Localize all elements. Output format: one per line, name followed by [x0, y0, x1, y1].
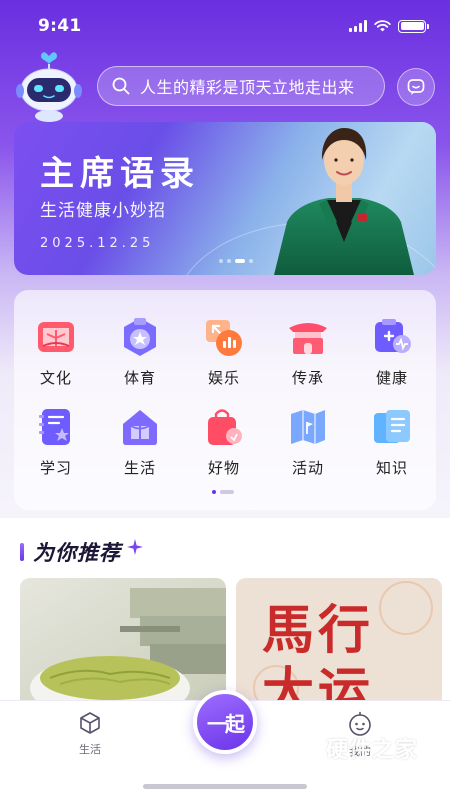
together-center-button[interactable]: 一起	[193, 690, 257, 754]
category-item-culture[interactable]: 文化	[14, 316, 98, 388]
knowledge-icon	[374, 410, 410, 443]
category-item-health[interactable]: 健康	[350, 316, 434, 388]
watermark: 硬件之家 YING JIAN ZHI JIA.COM	[280, 728, 436, 778]
category-grid: 文化 体育 娱乐 传承 健康 学习 生活 好物 活动 知识	[14, 290, 436, 510]
category-label: 健康	[375, 369, 408, 387]
category-item-life[interactable]: 生活	[98, 406, 182, 478]
category-item-entertainment[interactable]: 娱乐	[182, 316, 266, 388]
category-item-heritage[interactable]: 传承	[266, 316, 350, 388]
poster-text: 馬行大运	[262, 600, 375, 708]
home-indicator[interactable]	[143, 784, 307, 789]
entertainment-icon	[206, 320, 242, 356]
section-title: 为你推荐	[33, 541, 121, 565]
life-icon	[123, 410, 157, 445]
category-pagination	[212, 490, 234, 494]
heritage-icon	[289, 323, 327, 354]
banner-dot[interactable]	[227, 259, 231, 263]
category-label: 体育	[123, 369, 156, 387]
wifi-icon	[374, 20, 391, 32]
health-icon	[375, 319, 411, 353]
category-label: 活动	[291, 459, 324, 477]
banner-dot[interactable]	[219, 259, 223, 263]
category-item-study[interactable]: 学习	[14, 406, 98, 478]
recommend-card-tea[interactable]	[20, 578, 226, 708]
cube-icon	[80, 712, 100, 734]
category-label: 好物	[207, 459, 240, 477]
category-item-knowledge[interactable]: 知识	[350, 406, 434, 478]
section-accent-bar	[20, 543, 24, 561]
category-label: 学习	[39, 459, 72, 477]
sparkle-icon	[127, 539, 143, 555]
tab-label: 生活	[79, 743, 101, 756]
banner-person-image	[274, 128, 414, 275]
banner-date: 2025.12.25	[40, 236, 155, 251]
search-bar[interactable]: 人生的精彩是顶天立地走出来	[97, 66, 385, 106]
culture-icon	[38, 322, 74, 352]
category-item-goods[interactable]: 好物	[182, 406, 266, 478]
tea-image	[20, 578, 226, 708]
status-time: 9:41	[38, 16, 82, 36]
search-placeholder: 人生的精彩是顶天立地走出来	[140, 78, 355, 97]
banner-dot[interactable]	[249, 259, 253, 263]
chat-icon	[407, 79, 425, 95]
tab-life[interactable]: 生活	[45, 711, 135, 757]
banner-dot[interactable]	[235, 259, 245, 263]
category-label: 传承	[291, 369, 324, 387]
category-item-activity[interactable]: 活动	[266, 406, 350, 478]
section-header: 为你推荐	[20, 537, 143, 567]
banner-pagination	[219, 259, 253, 263]
study-icon	[39, 409, 70, 445]
robot-mascot-icon[interactable]	[14, 50, 84, 122]
category-label: 生活	[123, 459, 156, 477]
message-button[interactable]	[397, 68, 435, 106]
watermark-logo-icon	[281, 730, 319, 774]
activity-icon	[291, 410, 325, 444]
banner-subtitle: 生活健康小妙招	[40, 201, 166, 221]
recommend-card-new-year[interactable]: 馬行大运	[236, 578, 442, 708]
search-icon	[112, 77, 130, 95]
category-label: 娱乐	[207, 369, 240, 387]
status-bar: 9:41	[0, 0, 450, 52]
goods-icon	[208, 409, 242, 445]
sports-icon	[124, 318, 156, 356]
hero-banner[interactable]: 主席语录 生活健康小妙招 2025.12.25	[14, 122, 436, 275]
cellular-signal-icon	[349, 20, 367, 32]
banner-title: 主席语录	[40, 154, 200, 194]
category-item-sports[interactable]: 体育	[98, 316, 182, 388]
category-label: 知识	[375, 459, 408, 477]
watermark-text: 硬件之家	[326, 738, 419, 763]
center-button-label: 一起	[207, 711, 245, 736]
category-label: 文化	[39, 369, 72, 387]
watermark-subtext: YING JIAN ZHI JIA.COM	[326, 762, 436, 771]
status-icons	[349, 19, 429, 33]
battery-icon	[398, 19, 429, 33]
